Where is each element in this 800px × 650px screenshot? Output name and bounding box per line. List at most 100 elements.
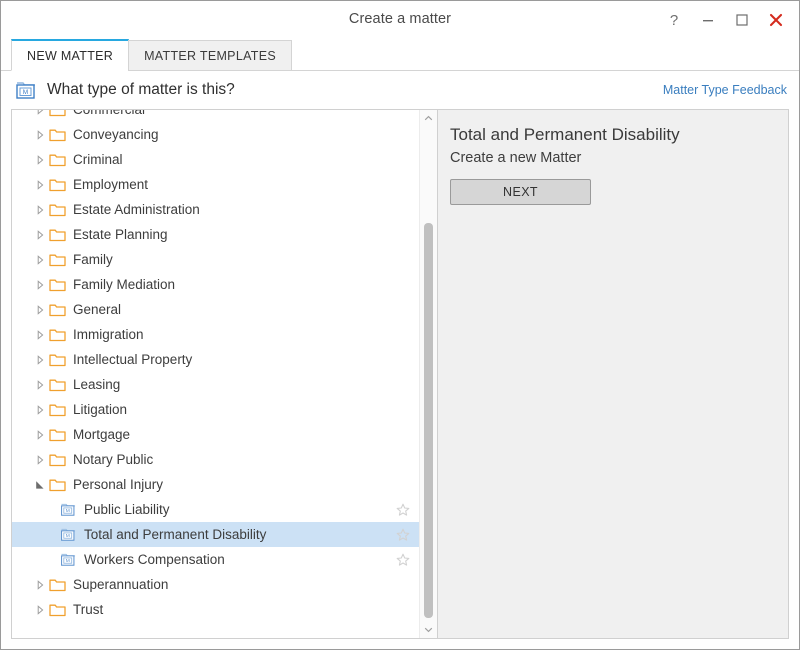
tree-twisty[interactable] bbox=[32, 252, 48, 268]
matter-type-tree[interactable]: Commercial Conveyancing Criminal Employment… bbox=[12, 110, 420, 622]
tree-twisty[interactable] bbox=[32, 602, 48, 618]
tree-node[interactable]: Estate Planning bbox=[12, 222, 420, 247]
tree-twisty[interactable] bbox=[32, 277, 48, 293]
tree-node-label: Leasing bbox=[73, 377, 121, 392]
tree-twisty[interactable] bbox=[32, 110, 48, 118]
tab-new-matter[interactable]: NEW MATTER bbox=[11, 39, 130, 71]
minimize-icon bbox=[703, 20, 713, 22]
tree-node-label: Immigration bbox=[73, 327, 144, 342]
tree-node[interactable]: Leasing bbox=[12, 372, 420, 397]
scrollbar-thumb[interactable] bbox=[424, 223, 433, 618]
favorite-star-button[interactable] bbox=[396, 503, 410, 517]
tree-node-label: Conveyancing bbox=[73, 127, 159, 142]
expand-arrow-icon bbox=[37, 229, 43, 240]
tree-node[interactable]: Estate Administration bbox=[12, 197, 420, 222]
tree-node[interactable]: Superannuation bbox=[12, 572, 420, 597]
tree-node[interactable]: Notary Public bbox=[12, 447, 420, 472]
tree-twisty[interactable] bbox=[32, 352, 48, 368]
favorite-star-icon[interactable] bbox=[396, 528, 410, 542]
favorite-star-button[interactable] bbox=[396, 528, 410, 542]
tab-matter-templates[interactable]: MATTER TEMPLATES bbox=[128, 40, 292, 71]
tree-node[interactable]: General bbox=[12, 297, 420, 322]
help-button[interactable]: ? bbox=[657, 5, 691, 35]
title-bar: Create a matter ? bbox=[1, 1, 799, 39]
tab-strip: NEW MATTER MATTER TEMPLATES bbox=[1, 39, 799, 71]
tree-twisty[interactable] bbox=[32, 127, 48, 143]
question-row-left: M What type of matter is this? bbox=[15, 80, 235, 100]
tree-scrollbar[interactable] bbox=[419, 110, 437, 638]
chevron-down-icon bbox=[424, 627, 433, 633]
tree-twisty[interactable] bbox=[32, 152, 48, 168]
tree-node[interactable]: Family Mediation bbox=[12, 272, 420, 297]
tree-node[interactable]: Employment bbox=[12, 172, 420, 197]
tree-twisty[interactable] bbox=[32, 577, 48, 593]
tree-node[interactable]: Commercial bbox=[12, 110, 420, 122]
expand-arrow-icon bbox=[37, 579, 43, 590]
expand-arrow-icon bbox=[37, 304, 43, 315]
scroll-down-button[interactable] bbox=[420, 621, 437, 638]
tree-node[interactable]: Litigation bbox=[12, 397, 420, 422]
scroll-up-button[interactable] bbox=[420, 110, 437, 127]
tree-node[interactable]: M Total and Permanent Disability bbox=[12, 522, 420, 547]
close-button[interactable] bbox=[759, 5, 793, 35]
folder-icon bbox=[49, 129, 66, 141]
matter-type-feedback-link[interactable]: Matter Type Feedback bbox=[663, 83, 787, 97]
expand-arrow-icon bbox=[37, 454, 43, 465]
favorite-star-icon[interactable] bbox=[396, 553, 410, 567]
tree-node[interactable]: Personal Injury bbox=[12, 472, 420, 497]
svg-text:M: M bbox=[66, 558, 70, 564]
question-row: M What type of matter is this? Matter Ty… bbox=[1, 71, 799, 109]
tab-matter-templates-label: MATTER TEMPLATES bbox=[144, 48, 276, 63]
tree-node[interactable]: Immigration bbox=[12, 322, 420, 347]
tree-node[interactable]: Family bbox=[12, 247, 420, 272]
next-button-label: NEXT bbox=[503, 185, 538, 199]
tree-node-label: Superannuation bbox=[73, 577, 169, 592]
tree-node-label: Trust bbox=[73, 602, 104, 617]
tree-node[interactable]: Mortgage bbox=[12, 422, 420, 447]
tree-node-label: Estate Administration bbox=[73, 202, 200, 217]
maximize-button[interactable] bbox=[725, 5, 759, 35]
tree-node-label: Notary Public bbox=[73, 452, 154, 467]
minimize-button[interactable] bbox=[691, 5, 725, 35]
tree-node-label: Employment bbox=[73, 177, 149, 192]
tree-node[interactable]: M Public Liability bbox=[12, 497, 420, 522]
tree-twisty[interactable] bbox=[32, 402, 48, 418]
tree-node-label: Mortgage bbox=[73, 427, 131, 442]
tree-twisty[interactable] bbox=[32, 427, 48, 443]
close-icon bbox=[769, 13, 783, 27]
folder-icon bbox=[49, 179, 66, 191]
tree-twisty[interactable] bbox=[32, 177, 48, 193]
tree-node-label: Personal Injury bbox=[73, 477, 164, 492]
tree-twisty[interactable] bbox=[32, 327, 48, 343]
tree-twisty[interactable] bbox=[32, 452, 48, 468]
tree-node[interactable]: Criminal bbox=[12, 147, 420, 172]
tree-node[interactable]: Trust bbox=[12, 597, 420, 622]
tree-node-label: Workers Compensation bbox=[84, 552, 225, 567]
expand-arrow-icon bbox=[37, 429, 43, 440]
tab-new-matter-label: NEW MATTER bbox=[27, 48, 114, 63]
next-button[interactable]: NEXT bbox=[450, 179, 591, 205]
matter-icon: M bbox=[61, 528, 76, 541]
expand-arrow-icon bbox=[37, 110, 43, 115]
tree-twisty[interactable] bbox=[32, 377, 48, 393]
tree-node[interactable]: M Workers Compensation bbox=[12, 547, 420, 572]
folder-icon bbox=[49, 304, 66, 316]
tree-twisty[interactable] bbox=[32, 302, 48, 318]
tree-twisty[interactable] bbox=[32, 477, 48, 493]
svg-text:M: M bbox=[66, 508, 70, 514]
tree-twisty[interactable] bbox=[32, 202, 48, 218]
tree-node[interactable]: Conveyancing bbox=[12, 122, 420, 147]
detail-title: Total and Permanent Disability bbox=[450, 125, 680, 144]
folder-icon bbox=[49, 279, 66, 291]
folder-icon bbox=[49, 579, 66, 591]
tree-node[interactable]: Intellectual Property bbox=[12, 347, 420, 372]
tree-node-label: General bbox=[73, 302, 122, 317]
favorite-star-icon[interactable] bbox=[396, 503, 410, 517]
tree-twisty[interactable] bbox=[32, 227, 48, 243]
expand-arrow-icon bbox=[37, 604, 43, 615]
expand-arrow-icon bbox=[37, 354, 43, 365]
expand-arrow-icon bbox=[37, 279, 43, 290]
folder-icon bbox=[49, 229, 66, 241]
svg-text:M: M bbox=[23, 89, 28, 96]
favorite-star-button[interactable] bbox=[396, 553, 410, 567]
